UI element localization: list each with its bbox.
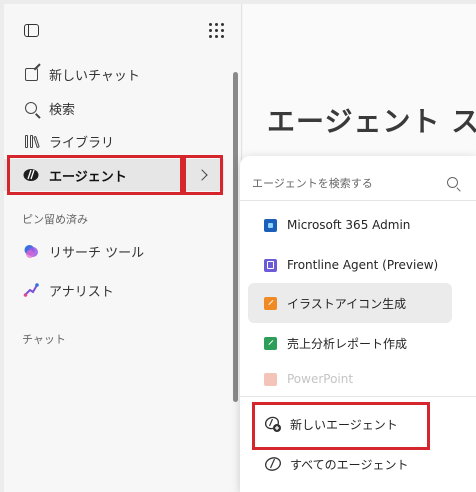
agents-flyout: Microsoft 365 Admin Frontline Agent (Pre… xyxy=(240,156,476,492)
new-agent-icon xyxy=(264,415,282,433)
apps-button[interactable] xyxy=(202,16,230,44)
app-grid-icon xyxy=(208,22,224,38)
agent-item-label: 売上分析レポート作成 xyxy=(287,336,408,351)
new-agent-label: 新しいエージェント xyxy=(290,417,398,432)
library-icon xyxy=(22,132,40,150)
all-agents-icon xyxy=(264,455,282,473)
nav-search-label: 検索 xyxy=(49,102,76,118)
nav-agents-label: エージェント xyxy=(49,169,127,185)
agent-item-label: PowerPoint xyxy=(287,372,354,386)
search-icon[interactable] xyxy=(447,177,458,188)
chevron-right-icon xyxy=(195,169,208,181)
agent-search-input[interactable] xyxy=(252,176,432,190)
new-chat-icon xyxy=(22,65,40,83)
sidebar-scrollbar[interactable] xyxy=(233,72,238,402)
nav-library-label: ライブラリ xyxy=(49,135,115,151)
nav-search[interactable]: 検索 xyxy=(4,92,224,124)
pinned-item-label: アナリスト xyxy=(49,284,114,300)
agent-item-illustration[interactable]: イラストアイコン生成 xyxy=(248,283,452,323)
page-title: エージェント ス xyxy=(267,105,476,138)
sidebar-header xyxy=(4,4,242,56)
agent-search-box xyxy=(252,168,464,198)
new-agent-button[interactable]: 新しいエージェント xyxy=(248,406,460,442)
analyst-icon xyxy=(22,281,40,299)
agent-item-label: イラストアイコン生成 xyxy=(287,296,407,311)
microsoft-365-admin-icon xyxy=(264,218,277,232)
agent-item-label: Microsoft 365 Admin xyxy=(287,218,411,232)
nav-new-chat[interactable]: 新しいチャット xyxy=(4,58,224,90)
pinned-item-analyst[interactable]: アナリスト xyxy=(4,274,224,306)
sidebar: 新しいチャット 検索 ライブラリ エージェント ピン留め済み リサーチ ツール … xyxy=(4,4,242,492)
sales-report-icon xyxy=(264,336,277,350)
pinned-item-research-tool[interactable]: リサーチ ツール xyxy=(4,235,224,267)
powerpoint-icon xyxy=(264,372,277,386)
all-agents-label: すべてのエージェント xyxy=(290,457,409,472)
sidebar-toggle-button[interactable] xyxy=(17,16,45,44)
nav-library[interactable]: ライブラリ xyxy=(4,125,224,157)
nav-new-chat-label: 新しいチャット xyxy=(49,68,140,84)
agent-item-sales-report[interactable]: 売上分析レポート作成 xyxy=(248,324,452,362)
sidebar-toggle-icon xyxy=(23,23,39,37)
pinned-item-label: リサーチ ツール xyxy=(49,245,145,261)
flyout-divider xyxy=(240,200,476,201)
frontline-agent-icon xyxy=(264,258,277,272)
agent-item-label: Frontline Agent (Preview) xyxy=(287,258,439,272)
agent-item-powerpoint[interactable]: PowerPoint xyxy=(248,364,452,394)
agent-icon xyxy=(22,166,40,184)
flyout-divider xyxy=(240,396,476,397)
chat-section-label: チャット xyxy=(22,333,66,346)
search-icon xyxy=(22,99,40,117)
research-tool-icon xyxy=(22,242,40,260)
all-agents-button[interactable]: すべてのエージェント xyxy=(248,446,460,482)
illustration-icon xyxy=(264,296,277,310)
agents-expand-button[interactable] xyxy=(185,158,221,192)
pinned-section-label: ピン留め済み xyxy=(22,213,88,226)
agent-item-frontline-agent[interactable]: Frontline Agent (Preview) xyxy=(248,246,452,284)
agent-item-microsoft-365-admin[interactable]: Microsoft 365 Admin xyxy=(248,206,452,244)
